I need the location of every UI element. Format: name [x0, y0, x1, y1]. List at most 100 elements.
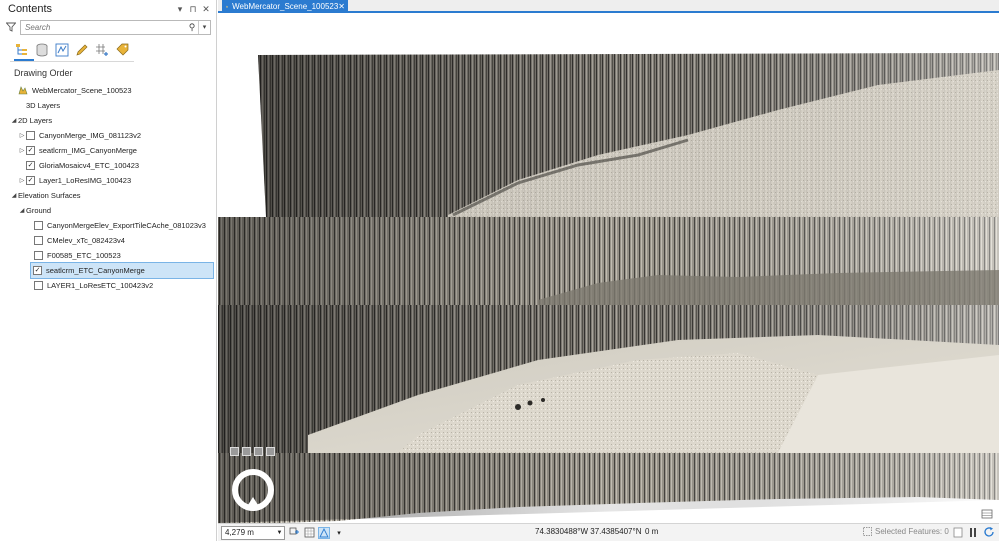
- tree-item-label: F00585_ETC_100523: [47, 251, 121, 260]
- terrain-render: [218, 53, 999, 523]
- tree-layer-row[interactable]: ▷ CanyonMerge_IMG_081123v2: [0, 128, 216, 143]
- list-by-snapping-button[interactable]: [94, 42, 110, 58]
- status-bar: 4,279 m ▼ ▾ 74.3830488°W 37.4385407°N 0 …: [218, 523, 999, 541]
- arcgis-pro-window: Contents ▾ ⊓ ✕ ⚲ ▾: [0, 0, 999, 541]
- pane-controls: ▾ ⊓ ✕: [175, 4, 216, 15]
- navigator-mini-controls: [230, 447, 275, 456]
- zoom-in-icon[interactable]: [230, 447, 239, 456]
- contents-title: Contents: [8, 3, 53, 15]
- tree-group-row[interactable]: ◢ Ground: [0, 203, 216, 218]
- sync-views-icon[interactable]: [288, 527, 300, 539]
- tab-webmercator-scene[interactable]: WebMercator_Scene_100523 ✕: [222, 0, 348, 13]
- tree-layer-row[interactable]: ✓ seatlcrm_ETC_CanyonMerge: [30, 262, 214, 279]
- tree-item-label: 2D Layers: [18, 116, 53, 125]
- tree-layer-row[interactable]: ▷ ✓ seatlcrm_IMG_CanyonMerge: [0, 143, 216, 158]
- tree-layer-row[interactable]: ✓ GloriaMosaicv4_ETC_100423: [0, 158, 216, 173]
- search-icon[interactable]: ⚲: [186, 22, 198, 33]
- selection-icon: [863, 527, 872, 536]
- layer-tree: WebMercator_Scene_100523 3D Layers ◢ 2D Lay…: [0, 83, 216, 293]
- close-icon[interactable]: ✕: [201, 4, 211, 15]
- tree-item-label: Elevation Surfaces: [18, 191, 81, 200]
- tree-group-row[interactable]: 3D Layers: [0, 98, 216, 113]
- tree-item-label: Layer1_LoResIMG_100423: [39, 176, 132, 185]
- heading-icon[interactable]: [266, 447, 275, 456]
- scene-map-icon: [18, 86, 28, 95]
- list-by-labeling-button[interactable]: [114, 42, 130, 58]
- pause-icon[interactable]: [968, 527, 978, 538]
- scene-icon: [226, 5, 229, 8]
- pan-icon[interactable]: [254, 447, 263, 456]
- coordinate-readout: 74.3830488°W 37.4385407°N: [535, 527, 642, 536]
- navigation-mode-icon[interactable]: [318, 526, 330, 539]
- chevron-down-icon: ▼: [276, 529, 283, 536]
- chevron-down-icon[interactable]: ▾: [175, 4, 185, 15]
- layer-visibility-checkbox[interactable]: ✓: [33, 266, 42, 275]
- database-icon: [36, 43, 48, 57]
- chevron-down-icon[interactable]: ▾: [333, 527, 345, 539]
- tree-item-label: CanyonMerge_IMG_081123v2: [39, 131, 142, 140]
- toolbar-separator: [10, 61, 134, 62]
- pin-icon[interactable]: ⊓: [188, 4, 198, 15]
- tree-layer-row[interactable]: F00585_ETC_100523: [0, 248, 216, 263]
- layer-visibility-checkbox[interactable]: [34, 251, 43, 260]
- list-by-editing-button[interactable]: [74, 42, 90, 58]
- expand-toggle-icon[interactable]: ▷: [18, 147, 26, 154]
- tree-layer-row[interactable]: CanyonMergeElev_ExportTileCAche_081023v3: [0, 218, 216, 233]
- scene-view[interactable]: [218, 15, 999, 523]
- contents-toolbar: [0, 39, 216, 61]
- layer-visibility-checkbox[interactable]: [34, 221, 43, 230]
- tree-layer-row[interactable]: ▷ ✓ Layer1_LoResIMG_100423: [0, 173, 216, 188]
- scale-dropdown[interactable]: 4,279 m ▼: [221, 525, 285, 540]
- selected-features[interactable]: Selected Features: 0: [863, 527, 949, 536]
- expand-toggle-icon[interactable]: ▷: [18, 132, 26, 139]
- contents-header: Contents ▾ ⊓ ✕: [0, 0, 216, 18]
- list-by-selection-button[interactable]: [54, 42, 70, 58]
- search-row: ⚲ ▾: [0, 19, 216, 35]
- drawing-order-icon: [16, 44, 27, 55]
- tree-item-label: WebMercator_Scene_100523: [32, 86, 132, 95]
- tree-layer-row[interactable]: CMelev_xTc_082423v4: [0, 233, 216, 248]
- filter-icon[interactable]: [6, 22, 16, 32]
- layer-visibility-checkbox[interactable]: [34, 236, 43, 245]
- view-tab-strip: WebMercator_Scene_100523 ✕: [218, 0, 999, 13]
- close-icon[interactable]: ✕: [338, 2, 345, 11]
- selected-features-label: Selected Features: 0: [875, 527, 949, 536]
- tab-label: WebMercator_Scene_100523: [232, 2, 339, 11]
- search-input[interactable]: [25, 22, 186, 32]
- layer-visibility-checkbox[interactable]: ✓: [26, 176, 35, 185]
- tree-group-row[interactable]: ◢ 2D Layers: [0, 113, 216, 128]
- tree-item-label: CanyonMergeElev_ExportTileCAche_081023v3: [47, 221, 206, 230]
- full-extent-icon[interactable]: [242, 447, 251, 456]
- expand-toggle-icon[interactable]: ◢: [10, 117, 18, 124]
- tree-item-label: seatlcrm_IMG_CanyonMerge: [39, 146, 137, 155]
- contents-pane: Contents ▾ ⊓ ✕ ⚲ ▾: [0, 0, 217, 541]
- list-by-drawing-order-button[interactable]: [14, 42, 30, 58]
- snapping-grid-icon: [96, 44, 108, 56]
- layer-visibility-checkbox[interactable]: [34, 281, 43, 290]
- layer-visibility-checkbox[interactable]: ✓: [26, 161, 35, 170]
- layer-visibility-checkbox[interactable]: ✓: [26, 146, 35, 155]
- scale-value: 4,279 m: [225, 528, 254, 537]
- refresh-icon[interactable]: [983, 526, 995, 538]
- elevation-readout: 0 m: [645, 527, 659, 536]
- tree-item-label: CMelev_xTc_082423v4: [47, 236, 125, 245]
- search-options-chevron-icon[interactable]: ▾: [198, 20, 210, 34]
- layer-visibility-checkbox[interactable]: [26, 131, 35, 140]
- expand-toggle-icon[interactable]: ▷: [18, 177, 26, 184]
- attribute-table-icon[interactable]: [981, 508, 993, 520]
- selection-map-icon: [55, 43, 69, 57]
- tree-group-row[interactable]: ◢ Elevation Surfaces: [0, 188, 216, 203]
- navigator-ring-icon[interactable]: [230, 467, 276, 513]
- pencil-icon: [76, 44, 88, 56]
- label-tag-icon: [116, 43, 129, 56]
- search-box: ⚲ ▾: [20, 19, 211, 35]
- tree-item-label: seatlcrm_ETC_CanyonMerge: [46, 266, 145, 275]
- list-by-source-button[interactable]: [34, 42, 50, 58]
- tree-map-row[interactable]: WebMercator_Scene_100523: [0, 83, 216, 98]
- expand-toggle-icon[interactable]: ◢: [18, 207, 26, 214]
- tree-layer-row[interactable]: LAYER1_LoResETC_100423v2: [0, 278, 216, 293]
- expand-toggle-icon[interactable]: ◢: [10, 192, 18, 199]
- tree-item-label: Ground: [26, 206, 52, 215]
- grid-icon[interactable]: [303, 527, 315, 539]
- clear-selection-icon[interactable]: [953, 527, 963, 538]
